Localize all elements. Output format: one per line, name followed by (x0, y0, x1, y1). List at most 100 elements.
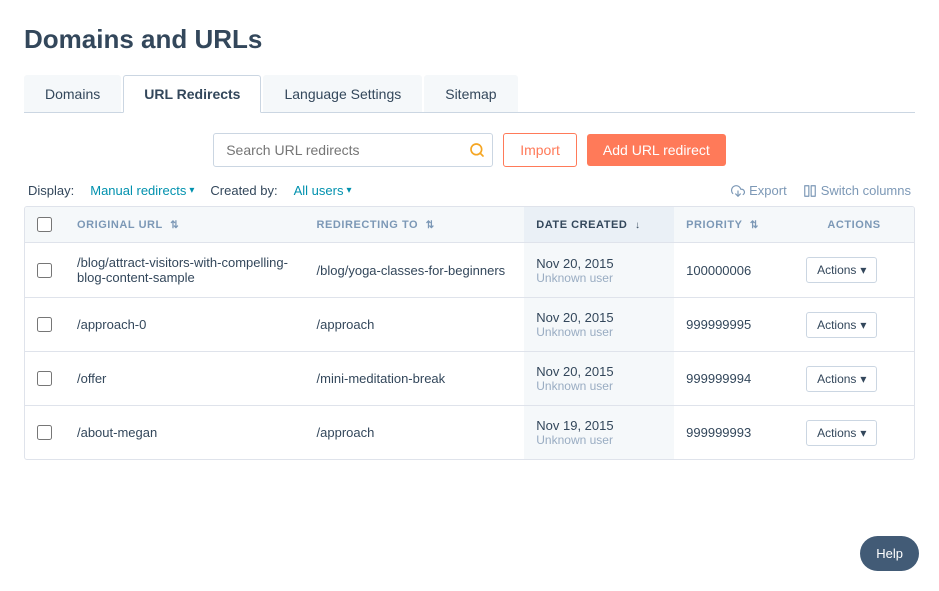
original-url-cell: /offer (65, 352, 305, 406)
priority-value: 999999995 (686, 317, 751, 332)
user-value: Unknown user (536, 325, 662, 339)
switch-columns-link[interactable]: Switch columns (803, 183, 911, 198)
date-value: Nov 20, 2015 (536, 310, 662, 325)
th-original-url[interactable]: ORIGINAL URL ⇅ (65, 207, 305, 243)
original-url-cell: /about-megan (65, 406, 305, 460)
actions-label: Actions (817, 426, 856, 440)
redirecting-to-value: /blog/yoga-classes-for-beginners (317, 263, 506, 278)
user-value: Unknown user (536, 433, 662, 447)
tab-bar: Domains URL Redirects Language Settings … (24, 75, 915, 113)
date-value: Nov 20, 2015 (536, 256, 662, 271)
table-row: /about-megan /approach Nov 19, 2015 Unkn… (25, 406, 914, 460)
select-all-checkbox[interactable] (37, 217, 52, 232)
priority-value: 999999994 (686, 371, 751, 386)
date-created-cell: Nov 19, 2015 Unknown user (524, 406, 674, 460)
add-url-redirect-button[interactable]: Add URL redirect (587, 134, 726, 166)
original-url-value: /about-megan (77, 425, 157, 440)
import-button[interactable]: Import (503, 133, 577, 167)
redirecting-to-value: /mini-meditation-break (317, 371, 446, 386)
row-checkbox-cell (25, 243, 65, 298)
th-actions: ACTIONS (794, 207, 914, 243)
row-checkbox-cell (25, 352, 65, 406)
url-redirects-table: ORIGINAL URL ⇅ REDIRECTING TO ⇅ DATE CRE… (24, 206, 915, 460)
date-created-cell: Nov 20, 2015 Unknown user (524, 243, 674, 298)
th-checkbox[interactable] (25, 207, 65, 243)
sort-icon-original: ⇅ (170, 220, 179, 231)
sort-icon-redirecting: ⇅ (426, 220, 435, 231)
manual-redirects-filter[interactable]: Manual redirects ▾ (90, 183, 194, 198)
priority-value: 100000006 (686, 263, 751, 278)
redirecting-to-value: /approach (317, 317, 375, 332)
table-row: /approach-0 /approach Nov 20, 2015 Unkno… (25, 298, 914, 352)
tab-url-redirects[interactable]: URL Redirects (123, 75, 261, 113)
actions-cell: Actions ▾ (794, 243, 914, 298)
row-checkbox-1[interactable] (37, 317, 52, 332)
priority-cell: 100000006 (674, 243, 794, 298)
original-url-value: /offer (77, 371, 106, 386)
original-url-value: /blog/attract-visitors-with-compelling-b… (77, 255, 288, 285)
search-icon-button[interactable] (469, 142, 485, 158)
user-value: Unknown user (536, 271, 662, 285)
search-wrapper (213, 133, 493, 167)
actions-button-1[interactable]: Actions ▾ (806, 312, 877, 338)
redirecting-to-cell: /approach (305, 406, 525, 460)
chevron-down-icon-2: ▾ (346, 185, 351, 196)
row-checkbox-3[interactable] (37, 425, 52, 440)
sort-icon-date: ↓ (635, 220, 641, 231)
original-url-cell: /approach-0 (65, 298, 305, 352)
table-header-row: ORIGINAL URL ⇅ REDIRECTING TO ⇅ DATE CRE… (25, 207, 914, 243)
filter-left: Display: Manual redirects ▾ Created by: … (28, 183, 351, 198)
actions-chevron-icon: ▾ (860, 318, 866, 332)
th-redirecting-to-label: REDIRECTING TO (317, 219, 419, 231)
th-date-created-label: DATE CREATED (536, 219, 627, 231)
help-button[interactable]: Help (860, 536, 919, 571)
th-priority[interactable]: PRIORITY ⇅ (674, 207, 794, 243)
th-date-created[interactable]: DATE CREATED ↓ (524, 207, 674, 243)
manual-redirects-label: Manual redirects (90, 183, 186, 198)
actions-button-2[interactable]: Actions ▾ (806, 366, 877, 392)
row-checkbox-2[interactable] (37, 371, 52, 386)
th-priority-label: PRIORITY (686, 219, 742, 231)
columns-icon (803, 184, 817, 198)
original-url-cell: /blog/attract-visitors-with-compelling-b… (65, 243, 305, 298)
tab-sitemap[interactable]: Sitemap (424, 75, 517, 112)
row-checkbox-cell (25, 406, 65, 460)
redirecting-to-cell: /mini-meditation-break (305, 352, 525, 406)
actions-chevron-icon: ▾ (860, 263, 866, 277)
filter-row: Display: Manual redirects ▾ Created by: … (24, 183, 915, 198)
redirecting-to-cell: /approach (305, 298, 525, 352)
actions-chevron-icon: ▾ (860, 372, 866, 386)
chevron-down-icon: ▾ (189, 185, 194, 196)
export-link[interactable]: Export (731, 183, 787, 198)
th-original-url-label: ORIGINAL URL (77, 219, 163, 231)
date-created-cell: Nov 20, 2015 Unknown user (524, 298, 674, 352)
tab-language-settings[interactable]: Language Settings (263, 75, 422, 112)
actions-button-0[interactable]: Actions ▾ (806, 257, 877, 283)
actions-cell: Actions ▾ (794, 298, 914, 352)
table-row: /blog/attract-visitors-with-compelling-b… (25, 243, 914, 298)
th-redirecting-to[interactable]: REDIRECTING TO ⇅ (305, 207, 525, 243)
export-label: Export (749, 183, 787, 198)
original-url-value: /approach-0 (77, 317, 146, 332)
users-label: All users (294, 183, 344, 198)
actions-label: Actions (817, 318, 856, 332)
priority-cell: 999999993 (674, 406, 794, 460)
row-checkbox-0[interactable] (37, 263, 52, 278)
switch-columns-label: Switch columns (821, 183, 911, 198)
redirecting-to-value: /approach (317, 425, 375, 440)
row-checkbox-cell (25, 298, 65, 352)
actions-label: Actions (817, 372, 856, 386)
date-created-cell: Nov 20, 2015 Unknown user (524, 352, 674, 406)
search-icon (469, 142, 485, 158)
display-label: Display: (28, 183, 74, 198)
date-value: Nov 20, 2015 (536, 364, 662, 379)
created-by-label: Created by: (210, 183, 277, 198)
filter-right: Export Switch columns (731, 183, 911, 198)
tab-domains[interactable]: Domains (24, 75, 121, 112)
actions-chevron-icon: ▾ (860, 426, 866, 440)
user-value: Unknown user (536, 379, 662, 393)
export-icon (731, 184, 745, 198)
users-filter[interactable]: All users ▾ (294, 183, 352, 198)
search-input[interactable] (213, 133, 493, 167)
actions-button-3[interactable]: Actions ▾ (806, 420, 877, 446)
